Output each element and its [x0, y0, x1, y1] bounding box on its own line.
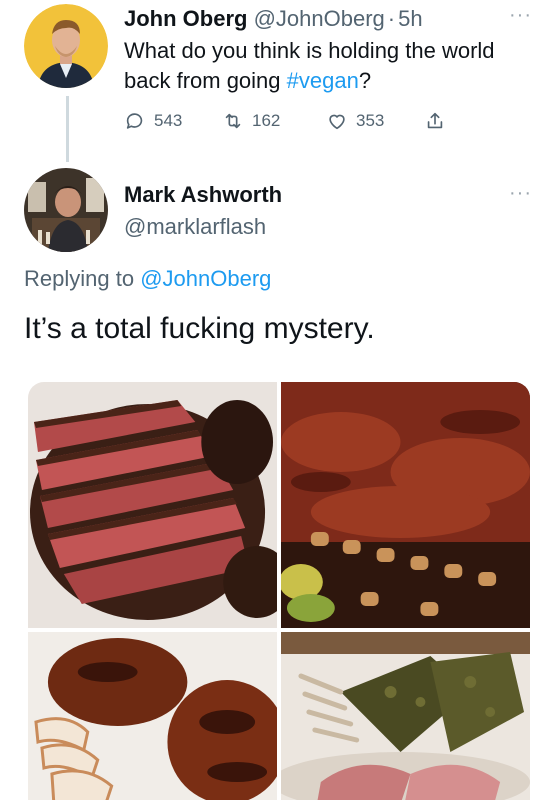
avatar-mark-ashworth[interactable] [24, 168, 108, 252]
bbq-ribs-photo[interactable] [281, 382, 530, 628]
avatar-john-oberg[interactable] [24, 4, 108, 88]
reply-button[interactable]: 543 [124, 110, 222, 132]
tweet-text-end: ? [358, 68, 372, 93]
share-icon [427, 112, 443, 129]
author-name[interactable]: John Oberg [124, 6, 247, 31]
reply-header: Mark Ashworth @marklarflash [124, 182, 282, 240]
reply-text: It’s a total fucking mystery. [24, 312, 375, 345]
author-handle[interactable]: @JohnOberg [254, 6, 385, 31]
time-separator: · [387, 6, 396, 31]
replying-to: Replying to @JohnOberg [24, 266, 271, 292]
rack-of-lamb-photo[interactable] [281, 632, 530, 800]
retweet-button[interactable]: 162 [222, 110, 326, 132]
heart-icon [329, 114, 345, 130]
like-count: 353 [356, 111, 385, 130]
reply-author-name[interactable]: Mark Ashworth [124, 182, 282, 208]
tweet-time[interactable]: 5h [398, 6, 422, 31]
hashtag-link[interactable]: #vegan [287, 68, 359, 93]
reply-author-handle[interactable]: @marklarflash [124, 214, 282, 240]
tweet-text: What do you think is holding the world b… [124, 36, 524, 96]
thread-line [66, 96, 69, 162]
sliced-steak-photo[interactable] [28, 382, 277, 628]
grilled-chicken-photo[interactable] [28, 632, 277, 800]
tweet-actions: 543 162 353 [124, 110, 446, 132]
tweet-header: John Oberg @JohnOberg · 5h [124, 6, 423, 32]
reply-icon [126, 113, 143, 129]
share-button[interactable] [424, 110, 446, 132]
more-dots-icon[interactable]: ··· [509, 4, 532, 27]
replying-to-handle[interactable]: @JohnOberg [140, 266, 271, 291]
more-dots-icon[interactable]: ··· [509, 182, 532, 205]
replying-to-label: Replying to [24, 266, 135, 291]
photo-grid [28, 382, 530, 800]
retweet-count: 162 [252, 111, 281, 130]
original-tweet: John Oberg @JohnOberg · 5h ··· What do you… [0, 0, 560, 170]
reply-tweet: Mark Ashworth @marklarflash ··· Replying… [0, 162, 560, 382]
retweet-icon [225, 113, 241, 129]
reply-count: 543 [154, 111, 183, 130]
like-button[interactable]: 353 [326, 110, 424, 132]
